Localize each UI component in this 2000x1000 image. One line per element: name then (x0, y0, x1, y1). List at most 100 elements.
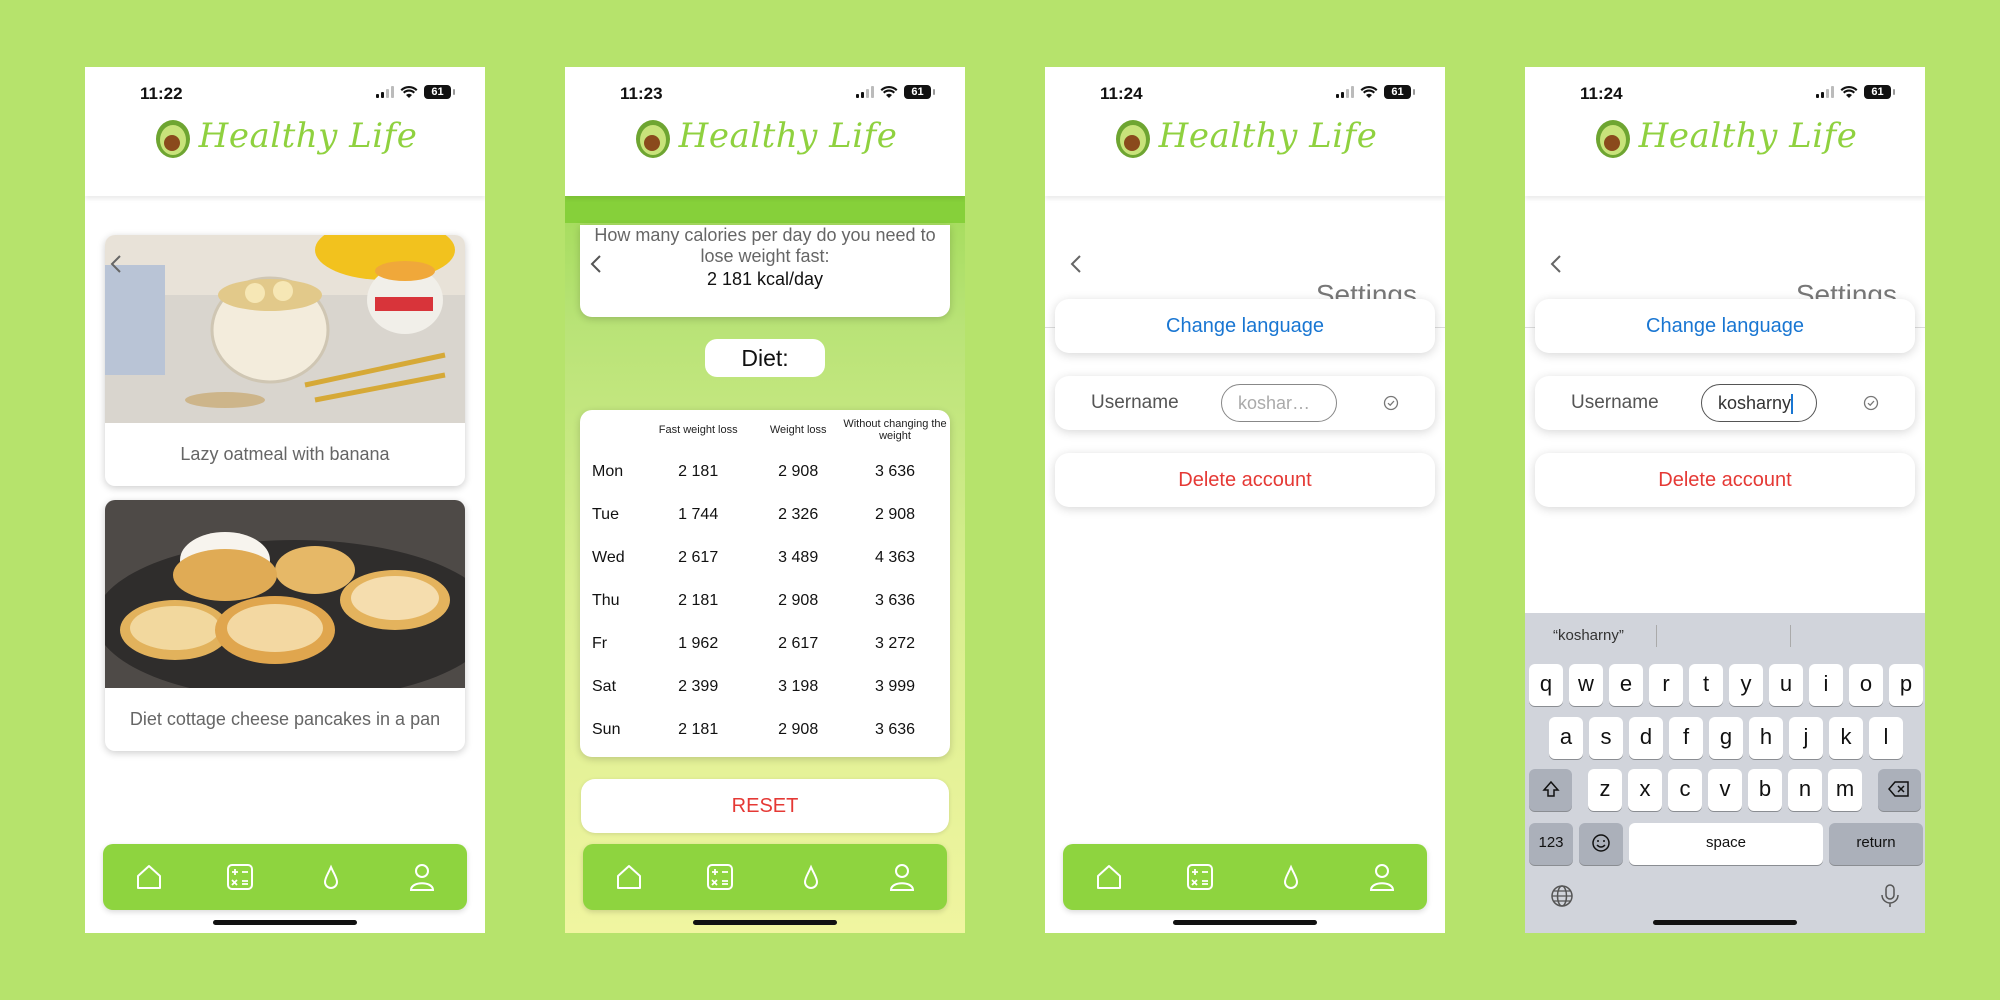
check-circle-icon[interactable] (1383, 395, 1399, 411)
username-field[interactable]: koshar… (1221, 384, 1337, 422)
key-c[interactable]: c (1668, 769, 1702, 811)
key-p[interactable]: p (1889, 664, 1923, 706)
reset-button[interactable]: RESET (581, 779, 949, 833)
key-d[interactable]: d (1629, 717, 1663, 759)
calculator-icon (1186, 864, 1213, 890)
emoji-key[interactable] (1579, 823, 1623, 865)
key-k[interactable]: k (1829, 717, 1863, 759)
table-header-day (580, 410, 640, 450)
tab-profile[interactable] (402, 857, 442, 897)
phone-screen-settings: Healthy Life 11:24 61 Settings Change la… (1045, 67, 1445, 933)
tab-calculator[interactable] (1180, 857, 1220, 897)
tab-calculator[interactable] (700, 857, 740, 897)
key-row: qwertyuiop (1529, 664, 1923, 706)
text-cursor (1791, 394, 1794, 415)
recipe-card[interactable]: Diet cottage cheese pancakes in a pan (105, 500, 465, 751)
key-l[interactable]: l (1869, 717, 1903, 759)
tab-calculator[interactable] (220, 857, 260, 897)
key-a[interactable]: a (1549, 717, 1583, 759)
key-v[interactable]: v (1708, 769, 1742, 811)
table-cell: 2 399 (678, 677, 719, 695)
backspace-key[interactable] (1877, 769, 1921, 811)
username-field[interactable]: kosharny (1701, 384, 1817, 422)
brand-title: Healthy Life (678, 116, 898, 156)
username-label: Username (1091, 392, 1179, 413)
status-bar: 11:22 61 (85, 67, 485, 113)
tab-profile[interactable] (1362, 857, 1402, 897)
battery-icon: 61 (1864, 85, 1895, 99)
tab-home[interactable] (129, 857, 169, 897)
change-language-button[interactable]: Change language (1535, 299, 1915, 353)
delete-account-button[interactable]: Delete account (1535, 453, 1915, 507)
key-x[interactable]: x (1628, 769, 1662, 811)
profile-icon (889, 864, 914, 891)
table-cell: 2 908 (778, 720, 819, 738)
table-cell: 2 181 (678, 462, 719, 480)
recipe-card[interactable]: Lazy oatmeal with banana (105, 235, 465, 486)
table-cell: 2 181 (678, 591, 719, 609)
key-q[interactable]: q (1529, 664, 1563, 706)
table-row: Mon 2 181 2 908 3 636 (580, 450, 950, 493)
suggestion-item[interactable]: “kosharny” (1553, 627, 1624, 644)
change-language-button[interactable]: Change language (1055, 299, 1435, 353)
delete-account-button[interactable]: Delete account (1055, 453, 1435, 507)
back-chevron-icon[interactable] (583, 250, 611, 278)
tab-bar (1063, 844, 1427, 910)
key-r[interactable]: r (1649, 664, 1683, 706)
shift-key[interactable] (1529, 769, 1573, 811)
key-t[interactable]: t (1689, 664, 1723, 706)
table-cell: 3 636 (874, 591, 916, 609)
microphone-icon[interactable] (1879, 883, 1901, 909)
tab-water[interactable] (791, 857, 831, 897)
return-key[interactable]: return (1829, 823, 1923, 865)
table-row: Wed 2 617 3 489 4 363 (580, 536, 950, 579)
brand: Healthy Life (153, 113, 418, 159)
tab-profile[interactable] (882, 857, 922, 897)
key-g[interactable]: g (1709, 717, 1743, 759)
back-chevron-icon[interactable] (103, 250, 131, 278)
globe-icon[interactable] (1549, 883, 1575, 909)
key-m[interactable]: m (1828, 769, 1862, 811)
tab-home[interactable] (609, 857, 649, 897)
wifi-icon (400, 85, 418, 98)
key-row: zxcvbnm (1529, 769, 1921, 811)
key-b[interactable]: b (1748, 769, 1782, 811)
space-key[interactable]: space (1629, 823, 1823, 865)
signal-icon (1816, 86, 1834, 98)
status-bar: 11:24 61 (1525, 67, 1925, 113)
key-u[interactable]: u (1769, 664, 1803, 706)
key-h[interactable]: h (1749, 717, 1783, 759)
username-row: Username kosharny (1535, 376, 1915, 430)
brand: Healthy Life (1593, 113, 1858, 159)
avocado-logo-icon (1115, 120, 1150, 158)
key-w[interactable]: w (1569, 664, 1603, 706)
table-cell: 2 908 (778, 591, 819, 609)
key-s[interactable]: s (1589, 717, 1623, 759)
back-chevron-icon[interactable] (1543, 250, 1571, 278)
table-cell: 3 489 (778, 548, 819, 566)
key-n[interactable]: n (1788, 769, 1822, 811)
key-f[interactable]: f (1669, 717, 1703, 759)
key-z[interactable]: z (1588, 769, 1622, 811)
key-e[interactable]: e (1609, 664, 1643, 706)
key-j[interactable]: j (1789, 717, 1823, 759)
numbers-key[interactable]: 123 (1529, 823, 1573, 865)
column-header: Fast weight loss (658, 424, 738, 436)
status-time: 11:24 (1580, 84, 1623, 103)
tab-water[interactable] (311, 857, 351, 897)
brand-title: Healthy Life (1638, 116, 1858, 156)
key-i[interactable]: i (1809, 664, 1843, 706)
check-circle-icon[interactable] (1863, 395, 1879, 411)
key-o[interactable]: o (1849, 664, 1883, 706)
tab-home[interactable] (1089, 857, 1129, 897)
tab-water[interactable] (1271, 857, 1311, 897)
table-cell-day: Thu (592, 591, 620, 609)
home-indicator (1653, 920, 1797, 925)
tab-bar (103, 844, 467, 910)
status-time: 11:23 (620, 84, 663, 103)
wifi-icon (1840, 85, 1858, 98)
back-chevron-icon[interactable] (1063, 250, 1091, 278)
brand: Healthy Life (1113, 113, 1378, 159)
table-cell: 2 617 (678, 548, 719, 566)
key-y[interactable]: y (1729, 664, 1763, 706)
